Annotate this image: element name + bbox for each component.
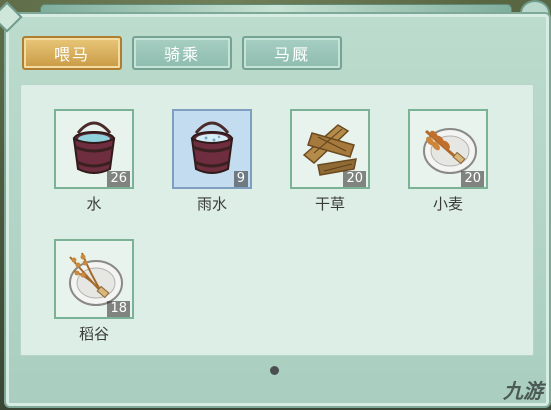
item-count: 18: [107, 301, 130, 317]
rain-water-bucket-icon: [190, 121, 234, 174]
inventory-grid: 26 水 9 雨水 20 干草 20 小麦 18 稻谷: [20, 84, 534, 356]
tab-label: 喂马: [53, 45, 90, 64]
logo-text: 九游: [503, 379, 543, 403]
tab-ride[interactable]: 骑乘: [132, 36, 232, 70]
hay-bundle-icon: [302, 124, 357, 176]
item-name: 雨水: [196, 195, 227, 213]
item-count: 20: [461, 171, 484, 187]
item-name: 干草: [314, 195, 345, 213]
wheat-plate-icon: [423, 128, 477, 174]
site-logo: 九游: [503, 375, 543, 404]
rice-plate-icon: [69, 252, 123, 306]
item-count: 9: [233, 171, 248, 187]
item-slot-hay[interactable]: 20: [290, 109, 370, 189]
item-slot-wheat[interactable]: 20: [408, 109, 488, 189]
page-indicator-dot: [270, 366, 279, 375]
tab-bar: 喂马 骑乘 马厩: [22, 36, 342, 70]
tab-label: 马厩: [273, 45, 310, 64]
item-slot-rain-water[interactable]: 9: [172, 109, 252, 189]
tab-feed-horse[interactable]: 喂马: [22, 36, 122, 70]
item-slot-water[interactable]: 26: [54, 109, 134, 189]
item-name: 小麦: [432, 195, 463, 213]
tab-label: 骑乘: [163, 45, 200, 64]
water-bucket-icon: [72, 121, 116, 174]
item-name: 水: [86, 195, 102, 213]
item-slot-rice[interactable]: 18: [54, 239, 134, 319]
tab-stable[interactable]: 马厩: [242, 36, 342, 70]
item-name: 稻谷: [78, 325, 109, 343]
item-count: 20: [343, 171, 366, 187]
item-count: 26: [107, 171, 130, 187]
